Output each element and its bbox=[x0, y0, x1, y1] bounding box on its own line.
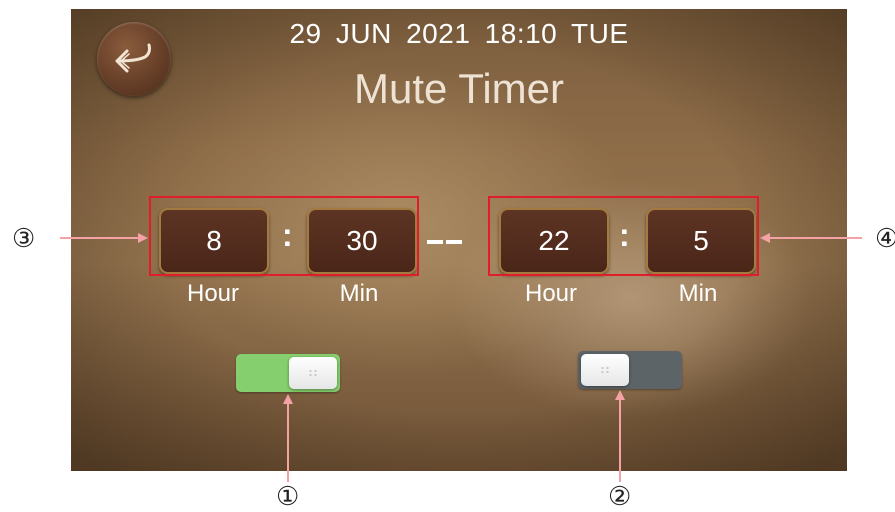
callout-arrows bbox=[60, 233, 862, 482]
